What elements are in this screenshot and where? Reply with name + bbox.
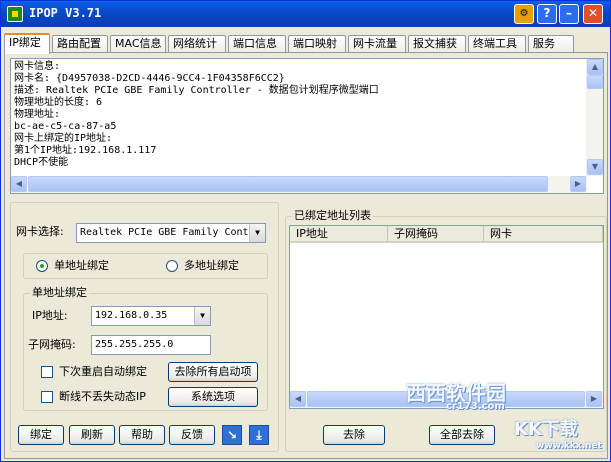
tab-panel-ip-bind: 网卡信息: 网卡名: {D4957038-D2CD-4446-9CC4-1F04… bbox=[4, 52, 608, 459]
feedback-button[interactable]: 反馈 bbox=[169, 425, 215, 445]
tool-icon[interactable]: ⚙ bbox=[514, 4, 534, 24]
mode-radio-group: 单地址绑定 多地址绑定 bbox=[23, 253, 268, 279]
refresh-button[interactable]: 刷新 bbox=[69, 425, 115, 445]
info-line: 第1个IP地址:192.168.1.117 bbox=[14, 145, 157, 156]
remove-startup-button[interactable]: 去除所有启动项 bbox=[168, 362, 258, 382]
list-header: IP地址 子网掩码 网卡 bbox=[290, 226, 603, 243]
info-vertical-scrollbar[interactable]: ▲ ▼ bbox=[586, 59, 603, 176]
download-icon[interactable]: ↘ bbox=[222, 425, 242, 445]
tab-port-mapping[interactable]: 端口映射 bbox=[288, 35, 346, 53]
scroll-down-icon[interactable]: ▼ bbox=[587, 159, 603, 175]
info-horizontal-scrollbar[interactable]: ◀ ▶ bbox=[11, 176, 587, 193]
help-button[interactable]: ? bbox=[537, 4, 557, 24]
adapter-label: 网卡选择: bbox=[16, 225, 64, 238]
column-header-ip[interactable]: IP地址 bbox=[290, 226, 388, 243]
scroll-left-icon[interactable]: ◀ bbox=[11, 176, 27, 192]
scroll-left-icon[interactable]: ◀ bbox=[290, 391, 306, 407]
auto-bind-checkbox[interactable] bbox=[41, 366, 53, 378]
scroll-up-icon[interactable]: ▲ bbox=[587, 59, 603, 75]
remove-button[interactable]: 去除 bbox=[323, 425, 385, 445]
scroll-right-icon[interactable]: ▶ bbox=[570, 176, 586, 192]
info-line: bc-ae-c5-ca-87-a5 bbox=[14, 121, 117, 132]
adapter-select-value: Realtek PCIe GBE Family Controller bbox=[80, 227, 266, 238]
window-title: IPOP V3.71 bbox=[29, 6, 102, 20]
tab-terminal-tools[interactable]: 终端工具 bbox=[468, 35, 526, 53]
chevron-down-icon[interactable]: ▼ bbox=[194, 307, 210, 325]
auto-bind-label: 下次重启自动绑定 bbox=[59, 365, 147, 378]
column-header-mask[interactable]: 子网掩码 bbox=[388, 226, 484, 243]
scroll-thumb[interactable] bbox=[307, 391, 585, 407]
save-icon[interactable]: ⤓ bbox=[249, 425, 269, 445]
binding-panel: 网卡选择: Realtek PCIe GBE Family Controller… bbox=[10, 202, 279, 452]
multi-bind-label: 多地址绑定 bbox=[184, 259, 239, 272]
tab-strip: IP绑定 路由配置 MAC信息 网络统计 端口信息 端口映射 网卡流量 报文捕获… bbox=[4, 33, 608, 54]
ip-address-label: IP地址: bbox=[32, 309, 68, 322]
minimize-button[interactable]: – bbox=[559, 4, 579, 24]
scroll-thumb[interactable] bbox=[587, 75, 603, 89]
column-header-adapter[interactable]: 网卡 bbox=[484, 226, 603, 243]
tab-nic-traffic[interactable]: 网卡流量 bbox=[348, 35, 406, 53]
app-icon bbox=[7, 6, 23, 22]
adapter-info-textarea[interactable]: 网卡信息: 网卡名: {D4957038-D2CD-4446-9CC4-1F04… bbox=[10, 58, 604, 194]
system-options-button[interactable]: 系统选项 bbox=[168, 387, 258, 407]
help-button[interactable]: 帮助 bbox=[119, 425, 165, 445]
info-line: 网卡上绑定的IP地址: bbox=[14, 133, 113, 144]
tab-service[interactable]: 服务 bbox=[528, 35, 574, 53]
tab-packet-capture[interactable]: 报文捕获 bbox=[408, 35, 466, 53]
app-window: IPOP V3.71 ⚙ ? – ✕ IP绑定 路由配置 MAC信息 网络统计 … bbox=[0, 0, 611, 462]
single-address-group: 单地址绑定 IP地址: 192.168.0.35 ▼ 子网掩码: 255.255… bbox=[23, 286, 268, 411]
single-address-group-title: 单地址绑定 bbox=[30, 286, 89, 300]
tab-mac-info[interactable]: MAC信息 bbox=[110, 35, 166, 53]
tab-net-stats[interactable]: 网络统计 bbox=[168, 35, 226, 53]
close-button[interactable]: ✕ bbox=[583, 4, 603, 24]
keep-dynamic-ip-checkbox[interactable] bbox=[41, 391, 53, 403]
scroll-thumb[interactable] bbox=[28, 176, 548, 192]
tab-port-info[interactable]: 端口信息 bbox=[228, 35, 286, 53]
ip-address-combo[interactable]: 192.168.0.35 ▼ bbox=[91, 306, 211, 326]
tab-ip-bind[interactable]: IP绑定 bbox=[4, 33, 50, 54]
adapter-select[interactable]: Realtek PCIe GBE Family Controller ▼ bbox=[76, 223, 266, 243]
tab-route-config[interactable]: 路由配置 bbox=[52, 35, 108, 53]
ip-address-value: 192.168.0.35 bbox=[95, 310, 168, 321]
info-line: 描述: Realtek PCIe GBE Family Controller -… bbox=[14, 85, 379, 96]
bound-address-list[interactable]: IP地址 子网掩码 网卡 ◀ ▶ bbox=[289, 225, 604, 409]
keep-dynamic-ip-label: 断线不丢失动态IP bbox=[59, 390, 146, 403]
multi-bind-radio[interactable] bbox=[166, 260, 178, 272]
info-line: 网卡名: {D4957038-D2CD-4446-9CC4-1F04358F6C… bbox=[14, 73, 285, 84]
info-line: 网卡信息: bbox=[14, 61, 61, 72]
info-line: DHCP不使能 bbox=[14, 157, 69, 168]
title-bar[interactable]: IPOP V3.71 ⚙ ? – ✕ bbox=[1, 1, 610, 27]
subnet-mask-field[interactable]: 255.255.255.0 bbox=[91, 335, 211, 355]
single-bind-label: 单地址绑定 bbox=[54, 259, 109, 272]
list-horizontal-scrollbar[interactable]: ◀ ▶ bbox=[290, 391, 603, 408]
subnet-mask-label: 子网掩码: bbox=[28, 338, 76, 351]
single-bind-radio[interactable] bbox=[36, 260, 48, 272]
bind-button[interactable]: 绑定 bbox=[18, 425, 64, 445]
chevron-down-icon[interactable]: ▼ bbox=[249, 224, 265, 242]
bound-list-title: 已绑定地址列表 bbox=[292, 209, 373, 223]
scroll-right-icon[interactable]: ▶ bbox=[586, 391, 602, 407]
remove-all-button[interactable]: 全部去除 bbox=[429, 425, 495, 445]
info-line: 物理地址: bbox=[14, 109, 61, 120]
info-line: 物理地址的长度: 6 bbox=[14, 97, 103, 108]
